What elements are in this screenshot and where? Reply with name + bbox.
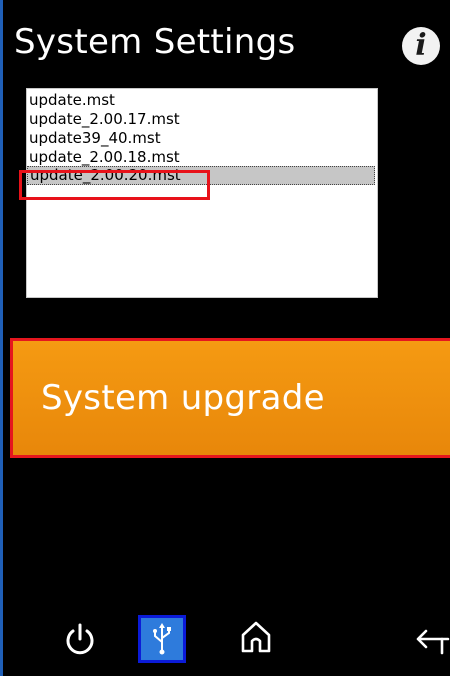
system-upgrade-label: System upgrade [41,378,325,418]
list-item[interactable]: update.mst [27,90,377,111]
list-item[interactable]: update_2.00.18.mst [27,147,377,168]
bottom-toolbar [0,600,450,676]
usb-icon [153,623,171,655]
file-list[interactable]: update.mst update_2.00.17.mst update39_4… [26,88,378,298]
home-button[interactable] [238,618,274,656]
info-icon[interactable]: i [402,27,440,65]
usb-button[interactable] [138,615,186,663]
list-item[interactable]: update39_40.mst [27,128,377,149]
power-icon [66,623,94,655]
back-arrow-icon [416,629,450,655]
home-icon [241,621,271,653]
list-item-selected[interactable]: update_2.00.20.mst [27,166,375,185]
left-edge-accent [0,0,3,676]
back-button[interactable] [412,622,450,658]
power-button[interactable] [62,620,98,660]
system-upgrade-button[interactable]: System upgrade [10,338,450,458]
list-item[interactable]: update_2.00.17.mst [27,109,377,130]
page-title: System Settings [14,22,296,62]
